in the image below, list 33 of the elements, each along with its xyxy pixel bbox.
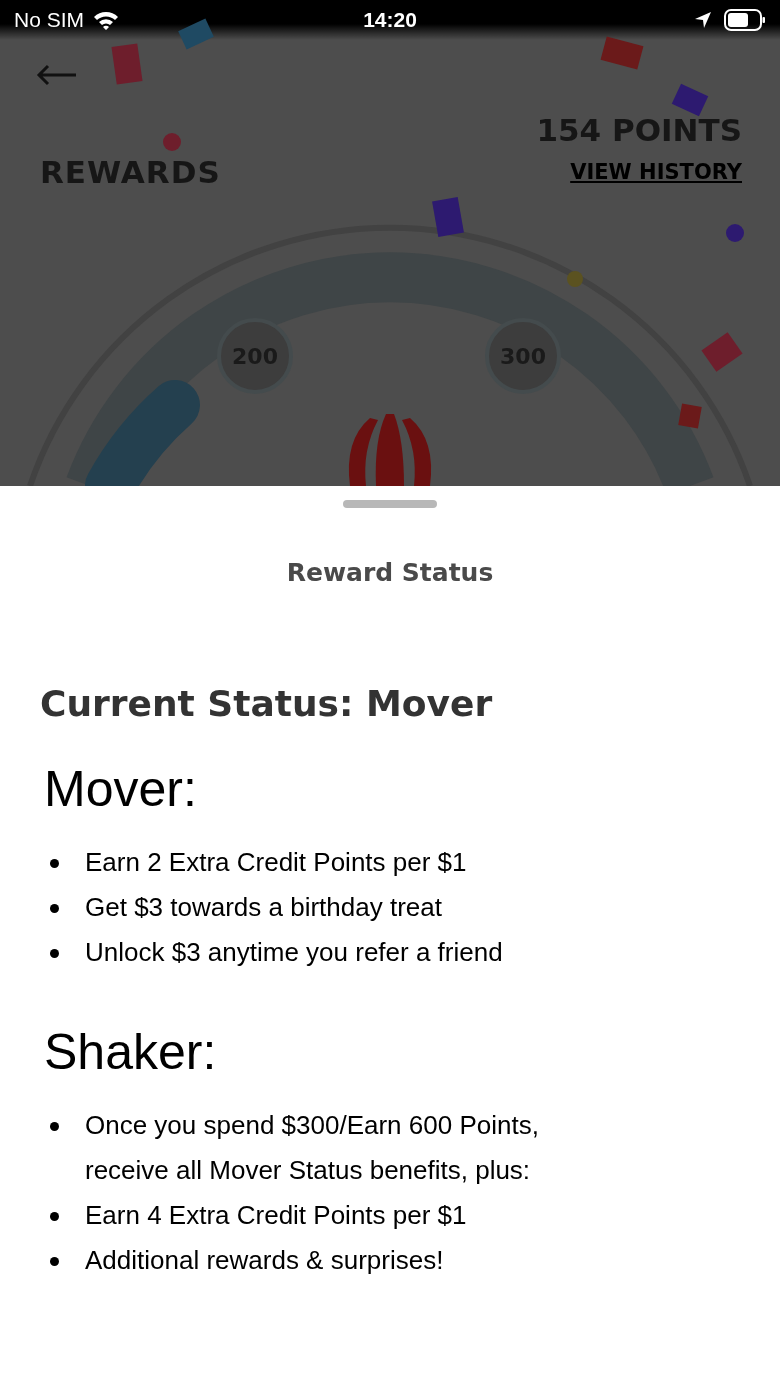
- confetti-drawing: [432, 197, 464, 237]
- current-status: Current Status: Mover: [40, 683, 494, 724]
- carrier-label: No SIM: [14, 8, 84, 32]
- benefit-text: Earn 4 Extra Credit Points per $1: [85, 1199, 468, 1232]
- tier-heading: Shaker:: [44, 1023, 218, 1081]
- bullet-icon: [50, 1257, 59, 1266]
- points-balance: 154 POINTS: [536, 112, 742, 148]
- bullet-icon: [50, 859, 59, 868]
- page-title: REWARDS: [40, 154, 221, 190]
- view-history-link[interactable]: VIEW HISTORY: [570, 160, 742, 184]
- benefit-text: Additional rewards & surprises!: [85, 1244, 445, 1277]
- battery-icon: [724, 9, 766, 31]
- benefit-text: Unlock $3 anytime you refer a friend: [85, 936, 504, 969]
- benefit-text: Once you spend $300/Earn 600 Points, receive all Mover Status benefits, plus:: [85, 1109, 540, 1187]
- sheet-handle[interactable]: [343, 500, 437, 508]
- confetti-drawing: [111, 43, 143, 85]
- confetti-drawing: [567, 271, 583, 287]
- back-button[interactable]: [36, 64, 78, 86]
- bullet-icon: [50, 1212, 59, 1221]
- balloon-icon: [348, 414, 432, 486]
- confetti-drawing: [726, 224, 744, 242]
- wifi-icon: [92, 9, 120, 31]
- benefit-text: Earn 2 Extra Credit Points per $1: [85, 846, 468, 879]
- benefit-text: Get $3 towards a birthday treat: [85, 891, 443, 924]
- confetti-drawing: [678, 403, 702, 429]
- sheet-title: Reward Status: [285, 558, 495, 587]
- confetti-drawing: [163, 133, 181, 151]
- location-icon: [694, 11, 712, 29]
- bullet-icon: [50, 904, 59, 913]
- bullet-icon: [50, 949, 59, 958]
- bullet-icon: [50, 1122, 59, 1131]
- tier-heading: Mover:: [44, 760, 198, 818]
- clock-time: 14:20: [362, 8, 418, 32]
